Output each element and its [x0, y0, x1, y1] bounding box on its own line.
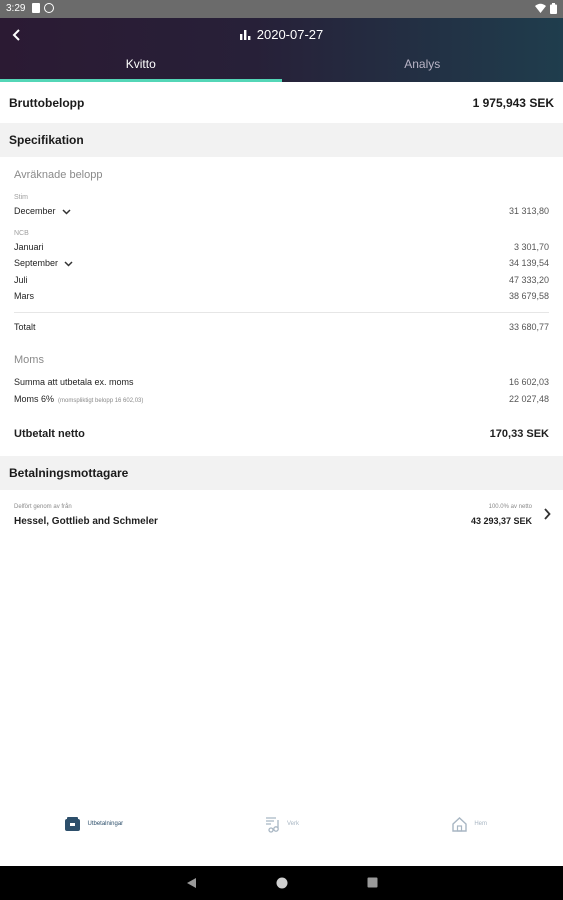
group-label-ncb: NCB	[14, 230, 29, 237]
summa-label: Summa att utbetala ex. moms	[14, 377, 134, 387]
netto-label: Utbetalt netto	[14, 428, 85, 440]
betalning-heading-text: Betalningsmottagare	[9, 466, 129, 480]
nav-verk[interactable]: Verk	[188, 808, 376, 840]
payments-icon	[65, 817, 81, 831]
row-label: Mars	[14, 291, 34, 301]
tab-bar: Kvitto Analys	[0, 46, 563, 82]
battery-icon	[550, 3, 557, 14]
row-value: 47 333,20	[508, 275, 549, 285]
tab-analys[interactable]: Analys	[282, 46, 563, 82]
row-label: Januari	[14, 242, 44, 252]
netto-row: Utbetalt netto 170,33 SEK	[14, 428, 549, 440]
total-row: Totalt 33 680,77	[14, 322, 549, 332]
back-triangle-icon[interactable]	[186, 877, 197, 889]
row-value: 31 313,80	[508, 206, 549, 216]
row-label: September	[14, 258, 73, 268]
notification-icons	[32, 3, 54, 13]
spec-row-september[interactable]: September 34 139,54	[14, 258, 549, 268]
app-header: 2020-07-27 Kvitto Analys	[0, 18, 563, 82]
row-value: 34 139,54	[508, 258, 549, 268]
summa-row: Summa att utbetala ex. moms 16 602,03	[14, 377, 549, 387]
moms-row: Moms 6% (momspliktigt belopp 16 602,03) 2…	[14, 394, 549, 404]
moms-row-label: Moms 6%	[14, 394, 55, 404]
chevron-down-icon	[64, 261, 73, 267]
payee-name: Hessel, Gottlieb and Schmeler	[14, 516, 158, 527]
total-value: 33 680,77	[508, 322, 549, 332]
row-label-text: December	[14, 206, 56, 216]
nav-hem[interactable]: Hem	[375, 808, 563, 840]
row-value: 38 679,58	[508, 291, 549, 301]
chevron-down-icon	[61, 209, 71, 215]
nav-label: Verk	[287, 821, 300, 827]
specifikation-heading: Specifikation	[0, 123, 563, 157]
total-label: Totalt	[14, 322, 36, 332]
summa-value: 16 602,03	[508, 377, 549, 387]
wifi-icon	[535, 3, 546, 13]
specifikation-heading-text: Specifikation	[9, 133, 84, 147]
status-time: 3:29	[6, 3, 26, 14]
tab-kvitto[interactable]: Kvitto	[0, 46, 282, 82]
netto-value: 170,33 SEK	[489, 428, 549, 440]
page-title-row: 2020-07-27	[0, 27, 563, 42]
recents-square-icon[interactable]	[367, 877, 378, 888]
brutto-label: Bruttobelopp	[9, 96, 85, 110]
sim-icon	[32, 3, 40, 13]
payee-percent: 100.0% av netto	[488, 504, 532, 510]
brutto-value: 1 975,943 SEK	[472, 96, 554, 110]
divider	[14, 312, 549, 313]
spec-row-januari: Januari 3 301,70	[14, 242, 549, 252]
row-label: Juli	[14, 275, 28, 285]
spec-row-december[interactable]: December 31 313,80	[14, 206, 549, 216]
payee-row[interactable]: Delfört genom av från Hessel, Gottlieb a…	[0, 496, 563, 538]
spec-row-mars: Mars 38 679,58	[14, 291, 549, 301]
bottom-navigation: Utbetalningar Verk Hem	[0, 808, 563, 840]
chevron-right-icon	[544, 508, 551, 520]
sync-icon	[44, 3, 54, 13]
row-value: 3 301,70	[513, 242, 549, 252]
brutto-row: Bruttobelopp 1 975,943 SEK	[0, 86, 563, 120]
page-title: 2020-07-27	[256, 27, 324, 42]
status-bar: 3:29	[0, 0, 563, 18]
spec-row-juli: Juli 47 333,20	[14, 275, 549, 285]
group-label-stim: Stim	[14, 194, 28, 201]
music-note-icon	[266, 816, 279, 833]
avraknade-label: Avräknade belopp	[14, 169, 103, 181]
home-circle-icon[interactable]	[276, 877, 288, 889]
payee-amount: 43 293,37 SEK	[470, 516, 532, 526]
system-icons	[535, 3, 557, 14]
moms-label: Moms	[14, 354, 44, 366]
row-label: December	[14, 206, 71, 216]
nav-utbetalningar[interactable]: Utbetalningar	[0, 808, 188, 840]
payee-small-label: Delfört genom av från	[14, 504, 72, 510]
betalning-heading: Betalningsmottagare	[0, 456, 563, 490]
home-icon	[452, 816, 468, 832]
moms-row-value: 22 027,48	[508, 394, 549, 404]
bar-chart-icon	[239, 29, 251, 40]
nav-label: Hem	[474, 821, 488, 827]
system-navigation-bar	[0, 866, 563, 900]
row-label-text: September	[14, 258, 59, 268]
moms-row-label-wrap: Moms 6% (momspliktigt belopp 16 602,03)	[14, 394, 143, 404]
nav-label: Utbetalningar	[87, 821, 124, 827]
moms-row-note: (momspliktigt belopp 16 602,03)	[58, 398, 144, 404]
